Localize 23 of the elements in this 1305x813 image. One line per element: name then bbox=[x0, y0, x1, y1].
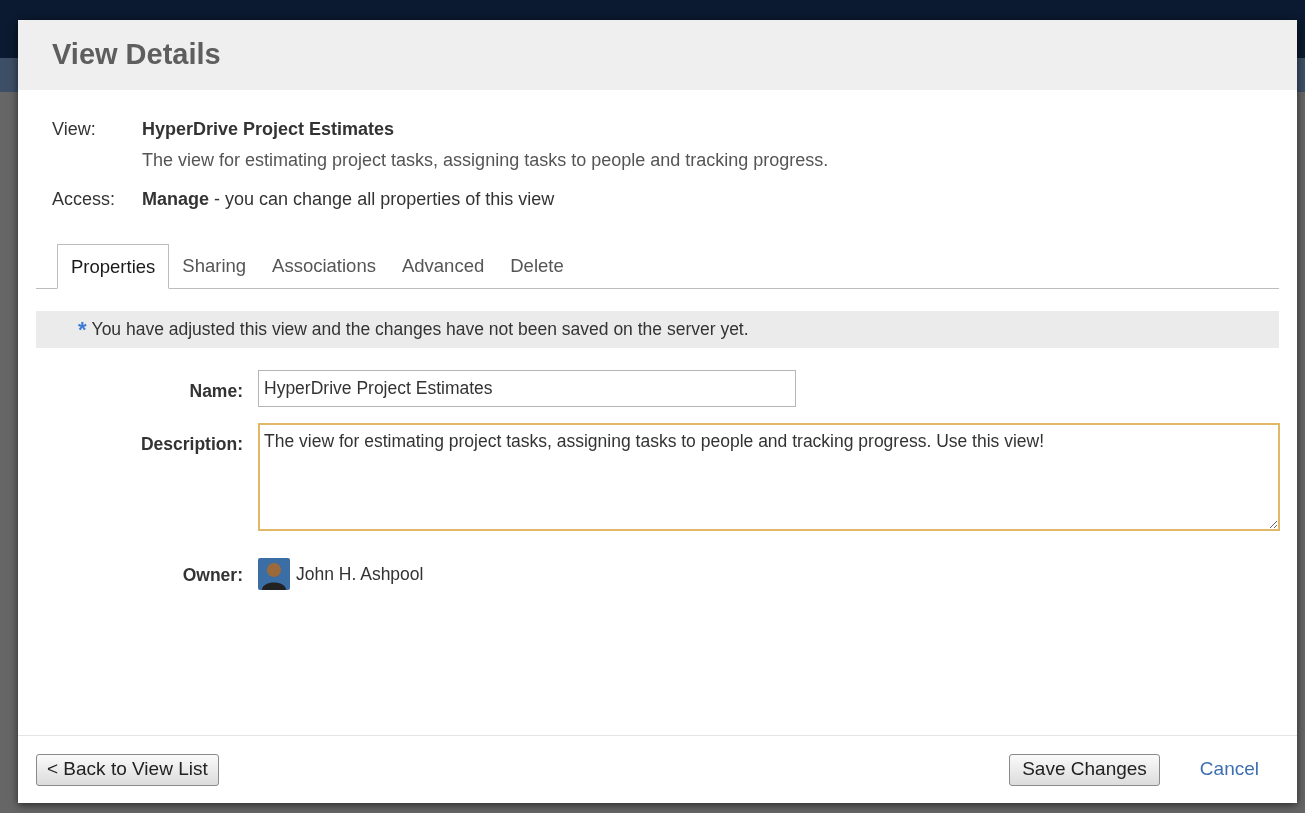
tab[interactable]: Advanced bbox=[388, 243, 498, 288]
field-label: Description: bbox=[139, 433, 243, 456]
description-field[interactable]: The view for estimating project tasks, assigning tasks to people and tracking progress. Use this view! bbox=[258, 423, 1280, 531]
info-label: Access: bbox=[52, 188, 117, 211]
view-description: The view for estimating project tasks, assigning tasks to people and tracking progress. bbox=[142, 149, 830, 172]
info-value: Manage - you can change all properties of this view bbox=[142, 188, 556, 211]
name-field[interactable]: HyperDrive Project Estimates bbox=[258, 370, 796, 407]
field-label: Name: bbox=[188, 380, 243, 403]
notice-text: You have adjusted this view and the changes have not been saved on the server yet. bbox=[91, 318, 749, 342]
tab[interactable]: Properties bbox=[57, 244, 170, 289]
asterisk-mark: * bbox=[78, 318, 87, 341]
info-label: View: bbox=[52, 118, 97, 141]
back-button[interactable]: < Back to View List bbox=[36, 753, 219, 786]
avatar-icon bbox=[258, 558, 290, 590]
tab[interactable]: Sharing bbox=[169, 243, 260, 288]
dialog-title: View Details bbox=[52, 37, 221, 73]
save-changes-button[interactable]: Save Changes bbox=[1009, 753, 1160, 786]
field-label: Owner: bbox=[181, 564, 243, 587]
tab[interactable]: Delete bbox=[497, 243, 577, 288]
owner-name: John H. Ashpool bbox=[296, 562, 424, 586]
tab[interactable]: Associations bbox=[259, 243, 389, 288]
info-value: HyperDrive Project Estimates bbox=[142, 118, 396, 141]
cancel-link[interactable]: Cancel bbox=[1199, 755, 1259, 784]
